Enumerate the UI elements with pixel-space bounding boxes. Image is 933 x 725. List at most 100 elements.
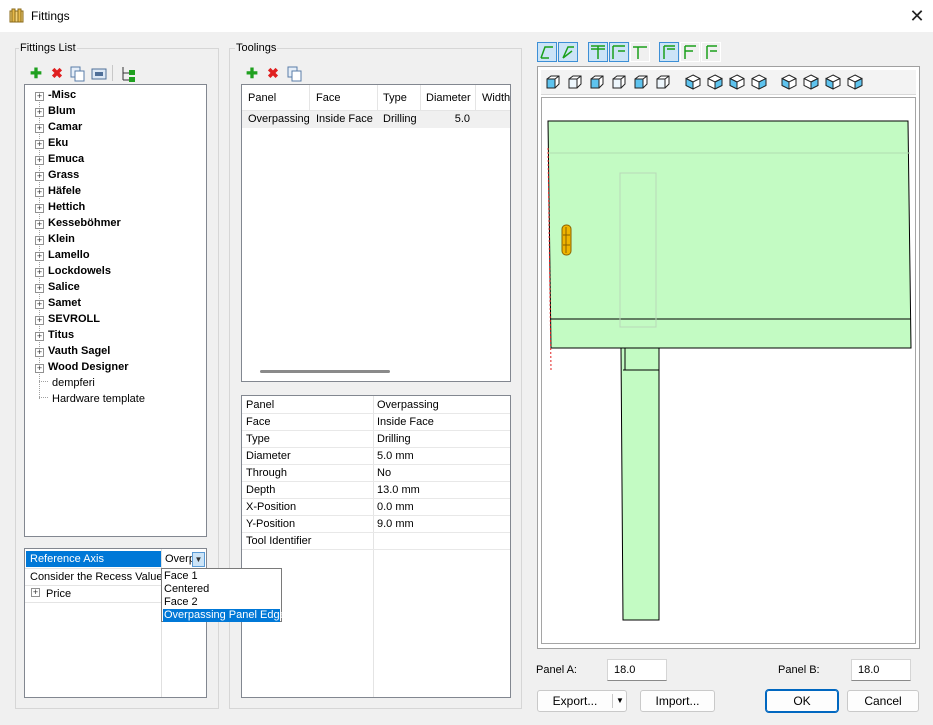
tree-item[interactable]: + Hettich: [35, 199, 85, 215]
expand-icon[interactable]: +: [35, 316, 44, 325]
cube-view-icon[interactable]: [655, 74, 671, 90]
tree-item[interactable]: + Emuca: [35, 151, 84, 167]
detail-value[interactable]: 5.0 mm: [377, 448, 414, 465]
dropdown-option[interactable]: Face 2: [163, 596, 280, 609]
expand-icon[interactable]: +: [35, 348, 44, 357]
join-edge-button[interactable]: [630, 42, 650, 62]
tree-item[interactable]: + Vauth Sagel: [35, 343, 110, 359]
iso-view-icon[interactable]: [847, 74, 863, 90]
toolings-table[interactable]: Panel Face Type Diameter Width Overpassi…: [241, 84, 511, 382]
iso-view-icon[interactable]: [685, 74, 701, 90]
column-header-face[interactable]: Face: [316, 92, 340, 104]
table-row[interactable]: Overpassing Inside Face Drilling 5.0: [242, 111, 510, 128]
tree-item[interactable]: + Lockdowels: [35, 263, 111, 279]
expand-icon[interactable]: +: [35, 268, 44, 277]
delete-fitting-icon[interactable]: ✖: [50, 66, 64, 80]
tree-structure-icon[interactable]: [120, 65, 136, 83]
cube-view-icon[interactable]: [589, 74, 605, 90]
reference-axis-value[interactable]: Overp: [164, 551, 192, 567]
expand-icon[interactable]: +: [35, 204, 44, 213]
panel-layout-c-button[interactable]: [701, 42, 721, 62]
tree-item[interactable]: + Samet: [35, 295, 81, 311]
tree-item[interactable]: + Häfele: [35, 183, 81, 199]
expand-icon[interactable]: +: [35, 236, 44, 245]
preview-canvas[interactable]: [541, 97, 916, 644]
detail-value[interactable]: Overpassing: [377, 397, 439, 414]
column-header-width[interactable]: Width: [482, 92, 510, 104]
tree-item[interactable]: + Grass: [35, 167, 79, 183]
expand-icon[interactable]: +: [35, 364, 44, 373]
column-header-diameter[interactable]: Diameter: [426, 92, 471, 104]
tree-item[interactable]: + Titus: [35, 327, 74, 343]
iso-view-icon[interactable]: [781, 74, 797, 90]
expand-icon[interactable]: +: [35, 284, 44, 293]
tree-item[interactable]: + -Misc: [35, 87, 76, 103]
export-button[interactable]: Export... ▼: [537, 690, 627, 712]
expand-icon[interactable]: +: [35, 252, 44, 261]
tree-item[interactable]: dempferi: [35, 375, 95, 391]
consider-recess-label[interactable]: Consider the Recess Value: [30, 569, 162, 586]
horizontal-scrollbar-thumb[interactable]: [260, 370, 390, 373]
detail-value[interactable]: 0.0 mm: [377, 499, 414, 516]
dropdown-option[interactable]: Centered: [163, 583, 280, 596]
reference-axis-label[interactable]: Reference Axis: [26, 551, 161, 567]
expand-icon[interactable]: +: [35, 92, 44, 101]
expand-icon[interactable]: +: [35, 140, 44, 149]
expand-icon[interactable]: +: [35, 156, 44, 165]
price-expand-icon[interactable]: +: [31, 588, 40, 597]
add-fitting-icon[interactable]: ✚: [29, 66, 43, 80]
close-icon[interactable]: ✕: [905, 4, 929, 28]
panel-layout-a-button[interactable]: [659, 42, 679, 62]
iso-view-icon[interactable]: [751, 74, 767, 90]
iso-view-icon[interactable]: [729, 74, 745, 90]
cube-view-icon[interactable]: [567, 74, 583, 90]
join-top-button[interactable]: [588, 42, 608, 62]
join-side-button[interactable]: [609, 42, 629, 62]
expand-icon[interactable]: +: [35, 332, 44, 341]
view-mode-a-button[interactable]: [537, 42, 557, 62]
copy-fitting-icon[interactable]: [70, 66, 86, 82]
price-label[interactable]: Price: [46, 586, 71, 603]
tree-item[interactable]: + Lamello: [35, 247, 90, 263]
copy-tooling-icon[interactable]: [287, 66, 303, 82]
cancel-button[interactable]: Cancel: [847, 690, 919, 712]
tree-item[interactable]: + Wood Designer: [35, 359, 128, 375]
detail-value[interactable]: Inside Face: [377, 414, 434, 431]
iso-view-icon[interactable]: [825, 74, 841, 90]
tree-item[interactable]: Hardware template: [35, 391, 145, 407]
column-header-type[interactable]: Type: [383, 92, 407, 104]
fittings-tree[interactable]: + -Misc + Blum + Camar + Eku + Emuca + Grass + Häfele…: [24, 84, 207, 537]
expand-icon[interactable]: +: [35, 220, 44, 229]
add-tooling-icon[interactable]: ✚: [245, 66, 259, 80]
reference-axis-dropdown-arrow[interactable]: ▼: [192, 552, 205, 567]
detail-value[interactable]: No: [377, 465, 391, 482]
tree-item[interactable]: + Camar: [35, 119, 82, 135]
expand-icon[interactable]: +: [35, 108, 44, 117]
reference-axis-dropdown-list[interactable]: Face 1 Centered Face 2 Overpassing Panel Ed…: [161, 568, 286, 622]
expand-icon[interactable]: +: [35, 124, 44, 133]
detail-value[interactable]: Drilling: [377, 431, 411, 448]
tree-item[interactable]: + Kesseböhmer: [35, 215, 121, 231]
panel-a-input[interactable]: 18.0: [607, 659, 667, 681]
cube-view-icon[interactable]: [633, 74, 649, 90]
cube-view-icon[interactable]: [545, 74, 561, 90]
tree-item[interactable]: + Eku: [35, 135, 68, 151]
tree-item[interactable]: + Salice: [35, 279, 80, 295]
column-header-panel[interactable]: Panel: [248, 92, 276, 104]
panel-b-input[interactable]: 18.0: [851, 659, 911, 681]
expand-icon[interactable]: +: [35, 172, 44, 181]
expand-icon[interactable]: +: [35, 188, 44, 197]
dropdown-option[interactable]: Overpassing Panel Edge: [163, 609, 286, 622]
cube-view-icon[interactable]: [611, 74, 627, 90]
expand-icon[interactable]: +: [35, 300, 44, 309]
tree-item[interactable]: + SEVROLL: [35, 311, 100, 327]
view-mode-b-button[interactable]: [558, 42, 578, 62]
export-dropdown-icon[interactable]: ▼: [614, 691, 626, 711]
panel-layout-b-button[interactable]: [680, 42, 700, 62]
import-button[interactable]: Import...: [640, 690, 715, 712]
dropdown-option[interactable]: Face 1: [163, 570, 280, 583]
ok-button[interactable]: OK: [765, 689, 839, 713]
detail-value[interactable]: 9.0 mm: [377, 516, 414, 533]
iso-view-icon[interactable]: [707, 74, 723, 90]
tree-item[interactable]: + Blum: [35, 103, 76, 119]
